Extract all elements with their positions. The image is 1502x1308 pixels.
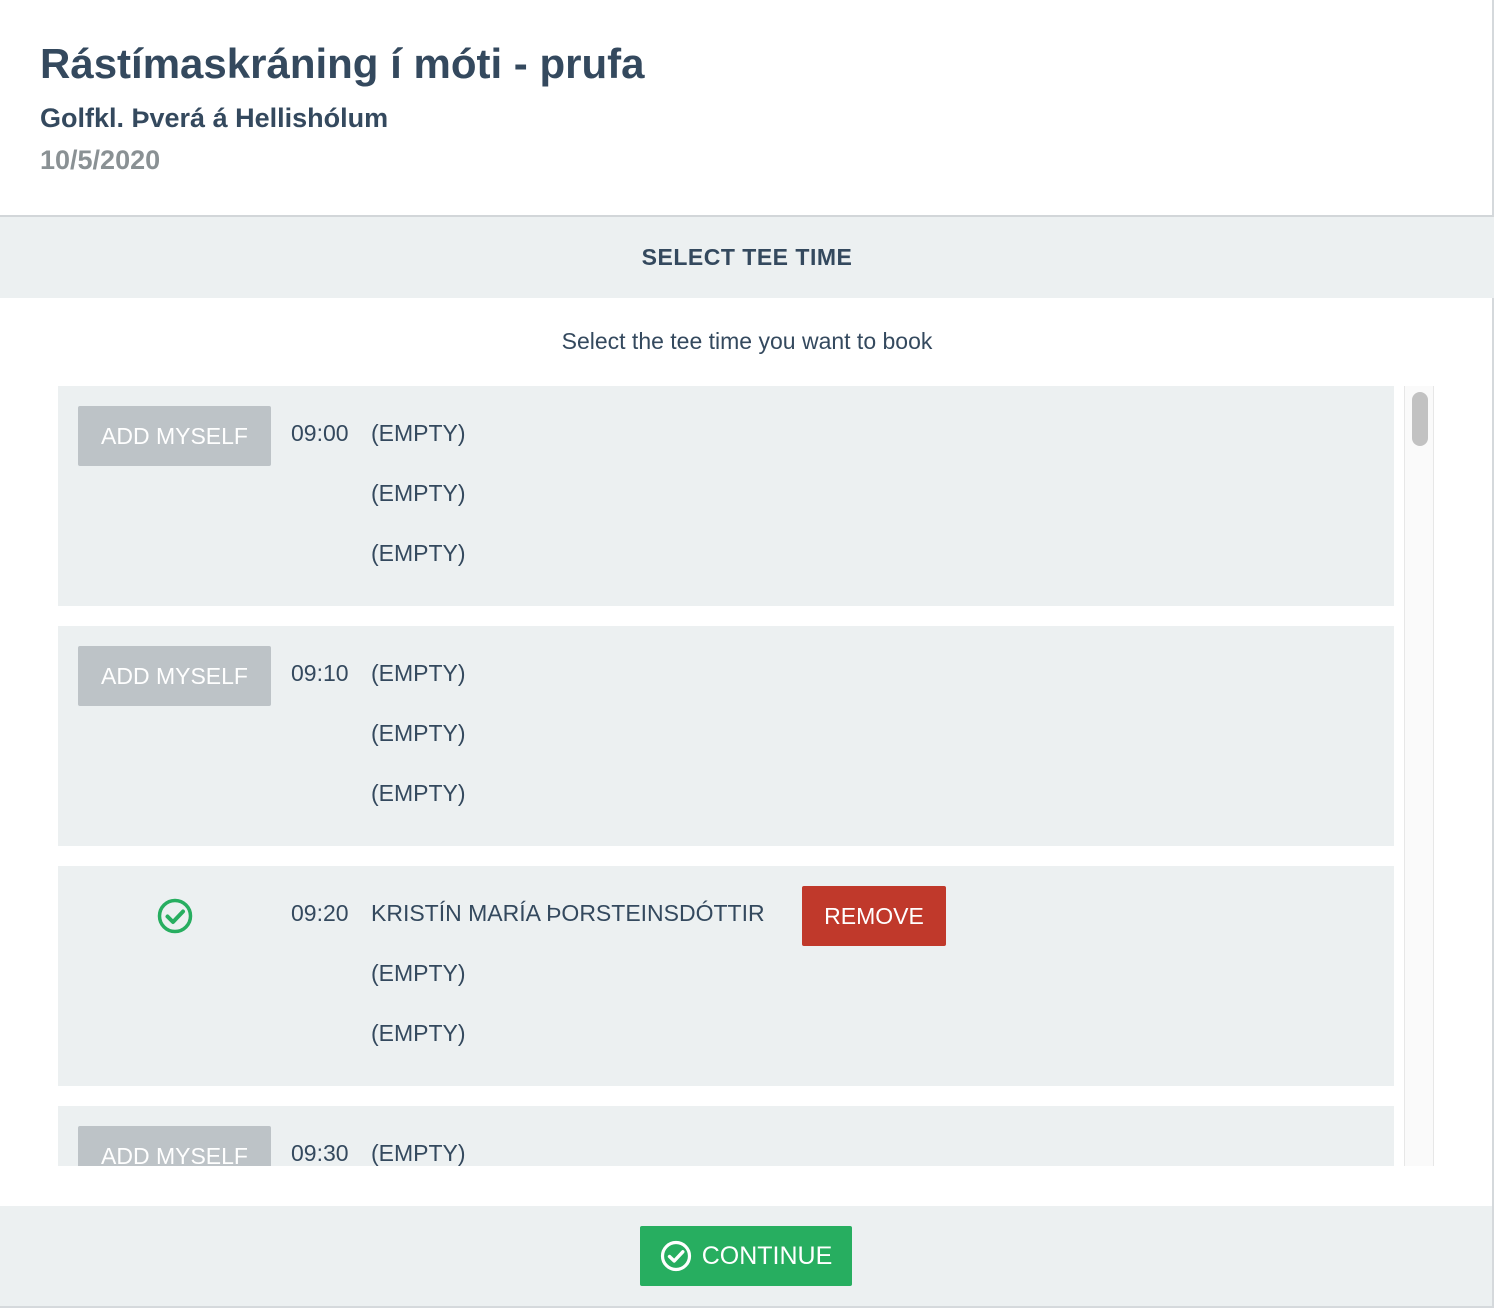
tee-time-list[interactable]: ADD MYSELF 09:00 (EMPTY) (EMPTY) (EMPTY)… [58, 386, 1394, 1166]
section-title: SELECT TEE TIME [641, 244, 853, 270]
remove-button[interactable]: REMOVE [802, 886, 946, 946]
continue-button[interactable]: CONTINUE [640, 1226, 852, 1286]
player-slot: (EMPTY) [371, 540, 466, 566]
player-slot: (EMPTY) [371, 960, 466, 986]
footer-bar: CONTINUE [0, 1206, 1494, 1308]
scrollbar-thumb[interactable] [1412, 392, 1428, 446]
tee-time-slot-0910: ADD MYSELF 09:10 (EMPTY) (EMPTY) (EMPTY) [58, 626, 1394, 846]
check-circle-icon [157, 898, 192, 934]
add-myself-button[interactable]: ADD MYSELF [78, 1126, 271, 1166]
tee-time-slot-0900: ADD MYSELF 09:00 (EMPTY) (EMPTY) (EMPTY) [58, 386, 1394, 606]
player-slot: (EMPTY) [371, 480, 466, 506]
instruction-text: Select the tee time you want to book [561, 328, 933, 354]
tee-time-slot-0920: 09:20 KRISTÍN MARÍA ÞORSTEINSDÓTTIR REMO… [58, 866, 1394, 1086]
club-name: Golfkl. Þverá á Hellishólum [40, 103, 389, 133]
continue-label: CONTINUE [701, 1241, 833, 1270]
player-name: KRISTÍN MARÍA ÞORSTEINSDÓTTIR [371, 900, 765, 926]
add-myself-button[interactable]: ADD MYSELF [78, 406, 271, 466]
add-myself-button[interactable]: ADD MYSELF [78, 646, 271, 706]
player-slot: (EMPTY) [371, 660, 466, 686]
page-header: Rástímaskráning í móti - prufa Golfkl. Þ… [0, 0, 1494, 217]
player-slot: (EMPTY) [371, 1020, 466, 1046]
player-slot: (EMPTY) [371, 420, 466, 446]
scrollbar[interactable] [1404, 386, 1434, 1166]
section-header: SELECT TEE TIME [0, 217, 1494, 298]
tee-time-slot-0930: ADD MYSELF 09:30 (EMPTY) [58, 1106, 1394, 1166]
tournament-date: 10/5/2020 [40, 145, 161, 175]
tee-time: 09:00 [291, 420, 349, 446]
tee-time: 09:30 [291, 1140, 349, 1166]
tee-time: 09:20 [291, 900, 349, 926]
check-circle-icon [660, 1240, 691, 1272]
page-title: Rástímaskráning í móti - prufa [40, 40, 645, 87]
content-panel: Select the tee time you want to book ADD… [0, 298, 1494, 1206]
player-slot: (EMPTY) [371, 1140, 466, 1166]
player-slot: (EMPTY) [371, 720, 466, 746]
player-slot: (EMPTY) [371, 780, 466, 806]
tee-time: 09:10 [291, 660, 349, 686]
